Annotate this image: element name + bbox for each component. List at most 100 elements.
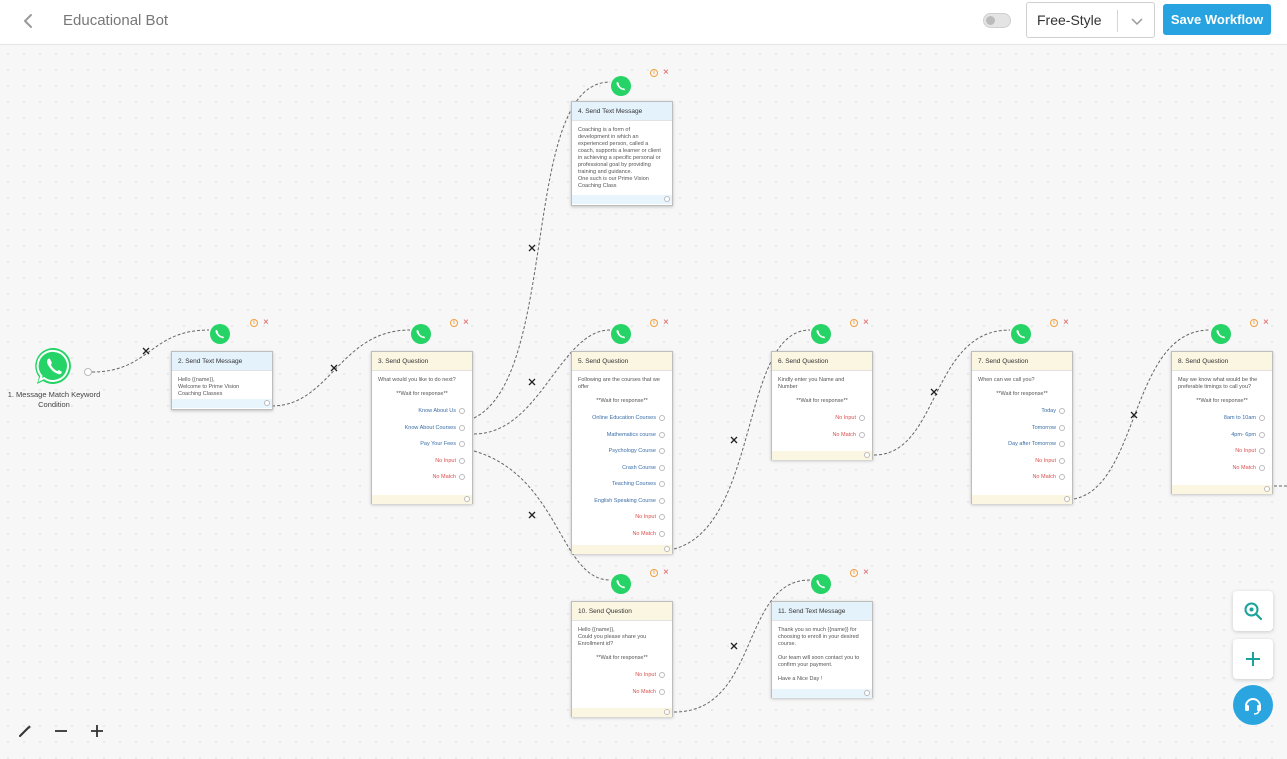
option-row[interactable]: No Input [1178,446,1266,463]
option-row[interactable]: Tomorrow [978,423,1066,440]
option-row[interactable]: Psychology Course [578,446,666,463]
close-icon[interactable]: × [863,568,869,578]
node-question-5[interactable]: 5. Send Question Following are the cours… [571,351,673,554]
option-row[interactable]: No Match [778,430,866,447]
node-question-10[interactable]: 10. Send Question Hello {{name}}, Could … [571,601,673,717]
info-icon[interactable]: i [250,319,258,327]
node-send-text-11[interactable]: 11. Send Text Message Thank you so much … [771,601,873,698]
node-question-7[interactable]: 7. Send Question When can we call you? *… [971,351,1073,504]
option-row[interactable]: No Input [378,456,466,473]
option-port[interactable] [659,464,665,471]
output-port[interactable] [664,709,670,715]
option-port[interactable] [659,514,665,520]
node-question-3[interactable]: 3. Send Question What would you like to … [371,351,473,504]
option-port[interactable] [1259,415,1265,421]
close-icon[interactable]: × [1263,318,1269,328]
output-port[interactable] [664,546,670,552]
option-port[interactable] [1259,448,1265,454]
output-port[interactable] [864,690,870,696]
option-row[interactable]: Today [978,406,1066,423]
option-row[interactable]: Know About Us [378,406,466,423]
support-button[interactable] [1233,685,1273,725]
option-row[interactable]: No Input [578,670,666,687]
back-arrow-icon[interactable] [18,11,38,31]
option-row[interactable]: Pay Your Fees [378,439,466,456]
output-port[interactable] [84,368,92,376]
option-port[interactable] [1059,457,1065,464]
option-port[interactable] [659,497,665,504]
output-port[interactable] [664,196,670,202]
info-icon[interactable]: i [1050,319,1058,327]
option-port[interactable] [1259,431,1265,438]
info-icon[interactable]: i [650,569,658,577]
start-trigger-node[interactable]: 1. Message Match Keyword Condition [2,346,106,410]
close-icon[interactable]: × [663,68,669,78]
mode-dropdown[interactable]: Free-Style [1026,2,1155,38]
option-port[interactable] [859,431,865,438]
option-row[interactable]: Teaching Courses [578,479,666,496]
option-port[interactable] [659,448,665,454]
info-icon[interactable]: i [650,319,658,327]
output-port[interactable] [864,452,870,458]
output-port[interactable] [1264,486,1270,492]
option-port[interactable] [859,415,865,421]
option-port[interactable] [459,441,465,447]
info-icon[interactable]: i [850,319,858,327]
close-icon[interactable]: × [863,318,869,328]
option-row[interactable]: No Match [1178,463,1266,480]
info-icon[interactable]: i [650,69,658,77]
zoom-in-icon[interactable] [89,723,105,739]
info-icon[interactable]: i [850,569,858,577]
node-send-text-2[interactable]: 2. Send Text Message Hello {{name}}, Wel… [171,351,273,410]
option-row[interactable]: Mathematics course [578,430,666,447]
option-port[interactable] [459,457,465,464]
option-row[interactable]: No Input [978,456,1066,473]
option-port[interactable] [659,431,665,438]
option-row[interactable]: 8am to 10am [1178,413,1266,430]
output-port[interactable] [264,400,270,406]
option-row[interactable]: No Match [578,687,666,704]
info-icon[interactable]: i [1250,319,1258,327]
zoom-fit-button[interactable] [1233,591,1273,631]
node-question-8[interactable]: 8. Send Question May we know what would … [1171,351,1273,494]
magic-wand-icon[interactable] [17,723,33,739]
option-port[interactable] [659,481,665,487]
close-icon[interactable]: × [1063,318,1069,328]
option-port[interactable] [459,408,465,414]
option-row[interactable]: 4pm- 6pm [1178,430,1266,447]
zoom-out-icon[interactable] [53,723,69,739]
option-row[interactable]: Crash Course [578,463,666,480]
add-node-button[interactable] [1233,639,1273,679]
option-row[interactable]: No Match [378,472,466,489]
option-port[interactable] [1059,408,1065,414]
option-port[interactable] [459,474,465,480]
close-icon[interactable]: × [463,318,469,328]
option-row[interactable]: Day after Tomorrow [978,439,1066,456]
option-row[interactable]: No Input [778,413,866,430]
option-port[interactable] [659,530,665,537]
save-workflow-button[interactable]: Save Workflow [1163,4,1271,35]
option-port[interactable] [1059,424,1065,431]
option-port[interactable] [1059,441,1065,447]
node-send-text-4[interactable]: 4. Send Text Message Coaching is a form … [571,101,673,206]
node-question-6[interactable]: 6. Send Question Kindly enter you Name a… [771,351,873,460]
option-port[interactable] [659,672,665,678]
option-row[interactable]: No Input [578,512,666,529]
output-port[interactable] [1064,496,1070,502]
option-port[interactable] [1059,474,1065,480]
option-port[interactable] [459,424,465,431]
close-icon[interactable]: × [663,318,669,328]
output-port[interactable] [464,496,470,502]
option-row[interactable]: English Speaking Course [578,496,666,513]
option-port[interactable] [659,415,665,421]
close-icon[interactable]: × [263,318,269,328]
workflow-toggle[interactable] [983,13,1011,28]
workflow-canvas[interactable]: 1. Message Match Keyword Condition i × 2… [0,46,1287,759]
close-icon[interactable]: × [663,568,669,578]
option-row[interactable]: No Match [578,529,666,546]
option-row[interactable]: Know About Courses [378,423,466,440]
option-port[interactable] [659,688,665,695]
option-row[interactable]: No Match [978,472,1066,489]
info-icon[interactable]: i [450,319,458,327]
option-port[interactable] [1259,464,1265,471]
